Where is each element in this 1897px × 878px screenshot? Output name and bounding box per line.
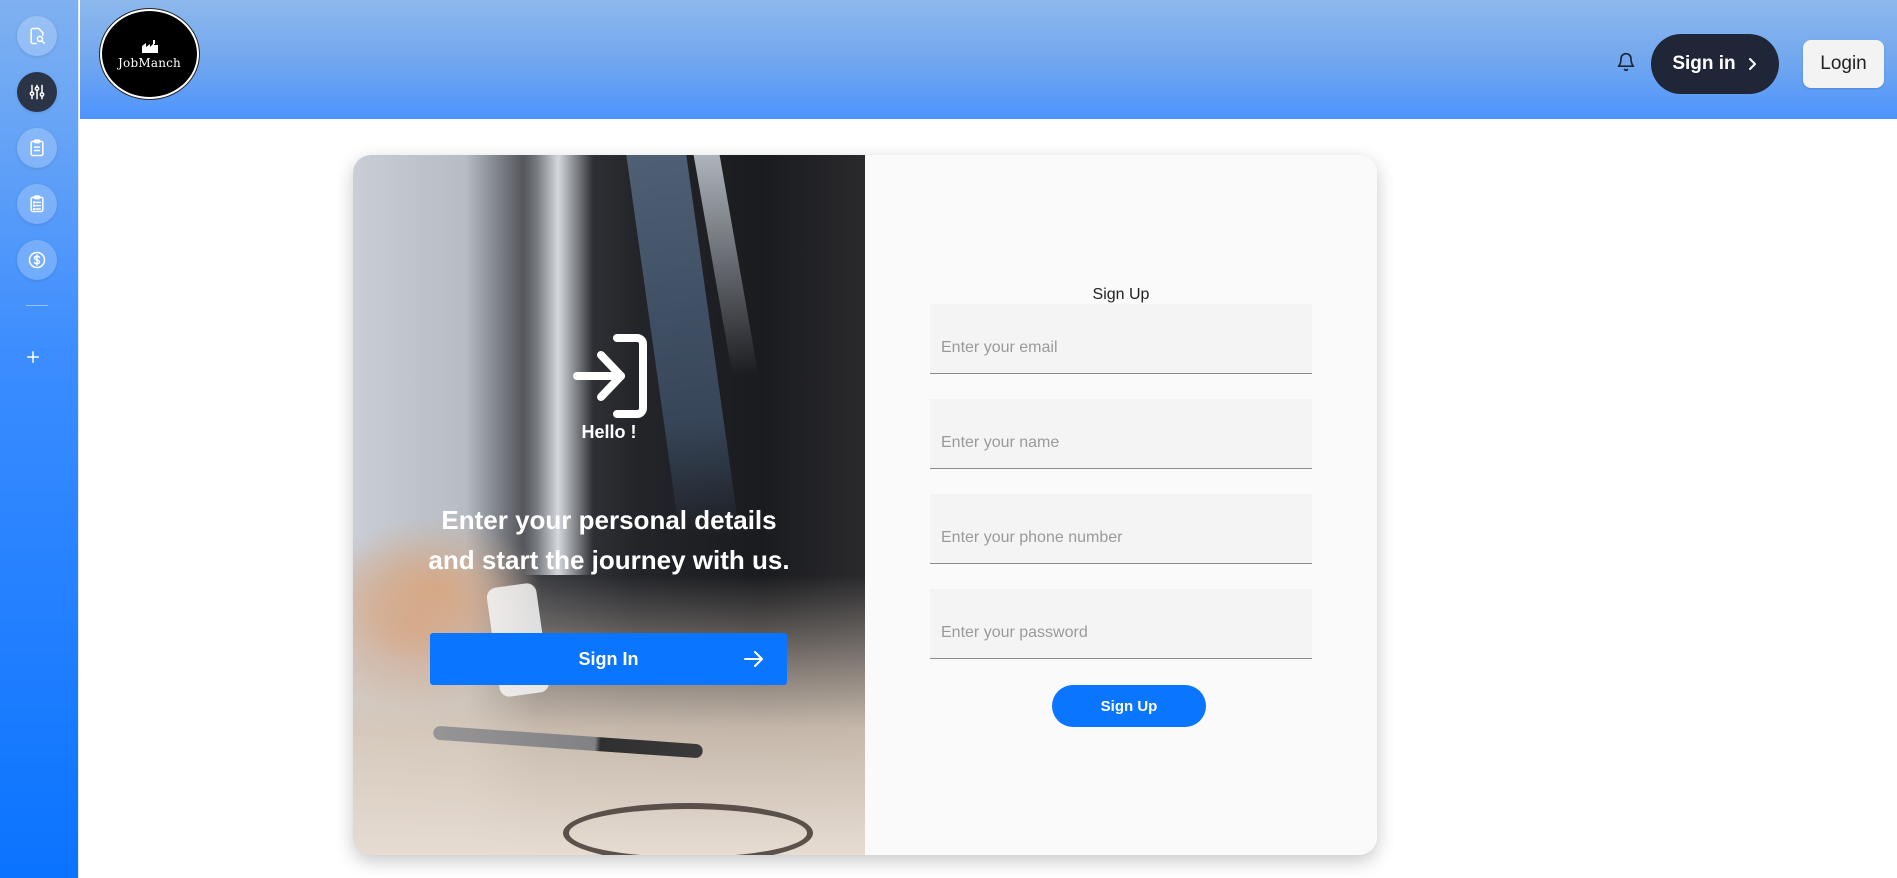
panel-sign-in-button[interactable]: Sign In [430,633,787,685]
sidebar-item-sliders[interactable] [17,72,57,112]
login-button[interactable]: Login [1803,40,1884,88]
welcome-tagline: Enter your personal details and start th… [413,500,805,580]
file-search-icon [30,27,45,45]
plus-icon [27,351,39,363]
auth-card: Hello ! Enter your personal details and … [353,155,1377,855]
background-photo-pen [432,725,704,759]
logo-building-icon [141,40,158,53]
sidebar [0,0,79,878]
sliders-icon [29,84,45,100]
sidebar-item-clipboard-list[interactable] [17,184,57,224]
top-header: JobManch Sign in Login [80,0,1897,119]
sidebar-divider [26,305,48,306]
phone-field[interactable] [930,494,1312,564]
signup-title: Sign Up [1092,286,1150,303]
sidebar-item-dollar[interactable] [17,240,57,280]
clipboard-icon [30,139,44,157]
background-photo-glasses [563,803,813,855]
panel-sign-in-label: Sign In [578,648,639,669]
chevron-right-icon [1748,58,1756,70]
logo-text: JobManch [118,56,181,70]
sidebar-add-button[interactable] [20,344,46,370]
email-field[interactable] [930,304,1312,374]
bell-icon[interactable] [1616,52,1636,72]
welcome-tagline-line-1: Enter your personal details [441,505,777,535]
sidebar-item-file-search[interactable] [17,16,57,56]
clipboard-list-icon [30,195,44,213]
welcome-panel: Hello ! Enter your personal details and … [353,155,865,855]
logo[interactable]: JobManch [100,9,199,99]
sidebar-item-clipboard[interactable] [17,128,57,168]
welcome-tagline-line-2: and start the journey with us. [428,545,790,575]
name-field[interactable] [930,399,1312,469]
login-arrow-icon [573,334,647,418]
dollar-circle-icon [28,251,46,269]
sign-up-button[interactable]: Sign Up [1052,685,1206,727]
arrow-right-icon [744,651,763,667]
hello-heading: Hello ! [581,422,637,442]
header-sign-in-label: Sign in [1672,53,1736,74]
header-sign-in-button[interactable]: Sign in [1651,34,1779,94]
signup-panel: Sign Up Sign Up [865,155,1377,855]
password-field[interactable] [930,589,1312,659]
